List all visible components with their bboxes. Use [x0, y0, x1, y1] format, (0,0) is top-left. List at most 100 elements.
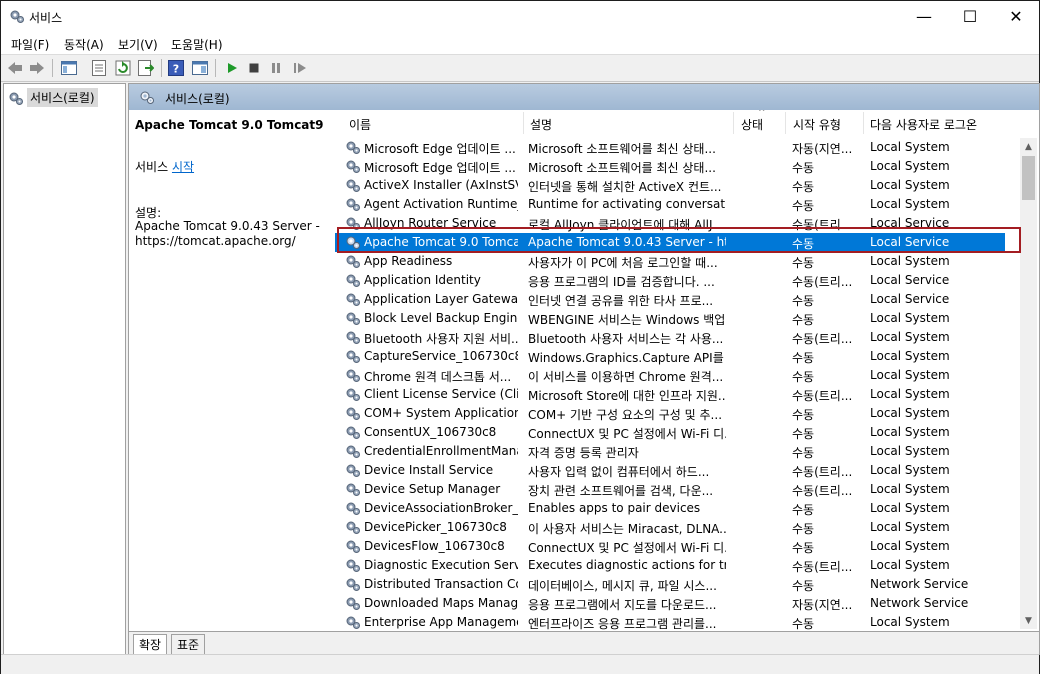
tab-standard[interactable]: 표준 [171, 634, 206, 655]
gear-icon [346, 331, 360, 344]
console-tree-icon[interactable] [60, 59, 78, 77]
gear-icon [346, 540, 360, 553]
cell-startup-type: 자동(지연... [792, 142, 853, 156]
cell-logon-as: Network Service [870, 577, 969, 591]
table-row[interactable]: DevicePicker_106730c8 이 사용자 서비스는 Miracast… [335, 518, 1005, 537]
table-row[interactable]: DeviceAssociationBroker_10... Enables app… [335, 499, 1005, 518]
gear-icon [346, 559, 360, 572]
table-row[interactable]: Device Setup Manager 장치 관련 소프트웨어를 검색, 다운.… [335, 480, 1005, 499]
gear-icon [346, 255, 360, 268]
cell-startup-type: 수동 [792, 446, 815, 460]
cell-logon-as: Local Service [870, 273, 950, 287]
column-divider[interactable] [785, 112, 786, 134]
properties-icon[interactable] [90, 59, 108, 77]
title-bar[interactable]: 서비스 — ☐ ✕ [1, 1, 1039, 32]
svg-text:?: ? [173, 63, 179, 76]
cell-name: Diagnostic Execution Service [364, 558, 518, 572]
column-divider[interactable] [733, 112, 734, 134]
play-icon[interactable] [223, 59, 241, 77]
column-description[interactable]: 설명 [530, 116, 552, 133]
menu-action[interactable]: 동작(A) [64, 36, 104, 53]
cell-name: Device Setup Manager [364, 482, 501, 496]
table-row[interactable]: Diagnostic Execution Service Executes dia… [335, 556, 1005, 575]
cell-startup-type: 수동 [792, 161, 815, 175]
table-row[interactable]: DevicesFlow_106730c8 ConnectUX 및 PC 설정에서 … [335, 537, 1005, 556]
cell-name: Device Install Service [364, 463, 494, 477]
gear-icon [346, 407, 360, 420]
table-row[interactable]: Downloaded Maps Manager 응용 프로그램에서 지도를 다운로… [335, 594, 1005, 613]
services-pane: 서비스(로컬) Apache Tomcat 9.0 Tomcat9 서비스 시작… [128, 83, 1040, 655]
cell-description: 인터넷 연결 공유를 위한 타사 프로... [528, 294, 714, 308]
cell-description: 사용자가 이 PC에 처음 로그인할 때... [528, 256, 718, 270]
table-row[interactable]: Bluetooth 사용자 지원 서비... Bluetooth 사용자 서비스는… [335, 328, 1005, 347]
table-row[interactable]: CaptureService_106730c8 Windows.Graphics.… [335, 347, 1005, 366]
cell-startup-type: 수동 [792, 408, 815, 422]
table-row[interactable]: Device Install Service 사용자 입력 없이 컴퓨터에서 하드… [335, 461, 1005, 480]
table-row[interactable]: Microsoft Edge 업데이트 ... Microsoft 소프트웨어를 … [335, 157, 1005, 176]
scroll-thumb[interactable] [1022, 156, 1035, 200]
close-button[interactable]: ✕ [993, 1, 1039, 32]
table-row[interactable]: Microsoft Edge 업데이트 ... Microsoft 소프트웨어를 … [335, 138, 1005, 157]
table-row[interactable]: Application Identity 응용 프로그램의 ID를 검증합니다. … [335, 271, 1005, 290]
table-row[interactable]: Application Layer Gateway ... 인터넷 연결 공유를 … [335, 290, 1005, 309]
help-icon[interactable]: ? [167, 59, 185, 77]
tree-item-label: 서비스(로컬) [27, 88, 98, 107]
table-row[interactable]: ActiveX Installer (AxInstSV) 인터넷을 통해 설치한 … [335, 176, 1005, 195]
cell-name: Application Identity [364, 273, 481, 287]
menu-view[interactable]: 보기(V) [118, 36, 158, 53]
window-title: 서비스 [29, 11, 63, 25]
view-tabs: 확장 표준 [129, 631, 1039, 655]
table-row[interactable]: Client License Service (ClipS... Microsof… [335, 385, 1005, 404]
forward-icon[interactable] [28, 59, 46, 77]
cell-description: 응용 프로그램에서 지도를 다운로드... [528, 598, 717, 612]
maximize-button[interactable]: ☐ [947, 1, 993, 32]
tab-extended[interactable]: 확장 [133, 634, 168, 655]
selected-service-name: Apache Tomcat 9.0 Tomcat9 [135, 118, 324, 132]
status-bar [1, 654, 1039, 674]
menu-file[interactable]: 파일(F) [11, 36, 49, 53]
column-headers: 이름 설명 상태 ^ 시작 유형 다음 사용자로 로그온 [335, 110, 1015, 136]
table-row[interactable]: Distributed Transaction Coo... 데이터베이스, 메시… [335, 575, 1005, 594]
cell-description: 응용 프로그램의 ID를 검증합니다. ... [528, 275, 715, 289]
cell-startup-type: 수동(트리... [792, 465, 853, 479]
cell-description: COM+ 기반 구성 요소의 구성 및 추... [528, 408, 723, 422]
vertical-scrollbar[interactable]: ▲ ▼ [1020, 138, 1037, 629]
column-name[interactable]: 이름 [349, 116, 371, 133]
table-row[interactable]: Chrome 원격 데스크톱 서... 이 서비스를 이용하면 Chrome 원격… [335, 366, 1005, 385]
stop-icon[interactable] [245, 59, 263, 77]
cell-description: 인터넷을 통해 설치한 ActiveX 컨트... [528, 180, 722, 194]
cell-logon-as: Local System [870, 615, 950, 629]
gear-icon [140, 91, 154, 104]
services-window: 서비스 — ☐ ✕ 파일(F) 동작(A) 보기(V) 도움말(H) ? 서비스… [0, 0, 1040, 674]
table-row[interactable]: ConsentUX_106730c8 ConnectUX 및 PC 설정에서 Wi… [335, 423, 1005, 442]
table-row[interactable]: Block Level Backup Engine ... WBENGINE 서비… [335, 309, 1005, 328]
table-row[interactable]: Enterprise App Managemen... 엔터프라이즈 응용 프로그… [335, 613, 1005, 631]
pause-icon[interactable] [267, 59, 285, 77]
table-row[interactable]: COM+ System Application COM+ 기반 구성 요소의 구성… [335, 404, 1005, 423]
cell-logon-as: Local System [870, 368, 950, 382]
gear-icon [346, 502, 360, 515]
scroll-up-icon[interactable]: ▲ [1020, 138, 1037, 155]
cell-name: Enterprise App Managemen... [364, 615, 518, 629]
column-status[interactable]: 상태 [741, 116, 763, 133]
minimize-button[interactable]: — [901, 1, 947, 32]
tree-item-services-local[interactable]: 서비스(로컬) [8, 88, 98, 107]
start-service-link[interactable]: 시작 [172, 160, 194, 174]
gear-icon [346, 597, 360, 610]
scroll-down-icon[interactable]: ▼ [1020, 612, 1037, 629]
table-row[interactable]: App Readiness 사용자가 이 PC에 처음 로그인할 때... 수동 Lo… [335, 252, 1005, 271]
refresh-icon[interactable] [114, 59, 132, 77]
column-divider[interactable] [863, 112, 864, 134]
column-divider[interactable] [523, 112, 524, 134]
column-startup-type[interactable]: 시작 유형 [793, 116, 841, 133]
cell-startup-type: 수동(트리... [792, 332, 853, 346]
menu-help[interactable]: 도움말(H) [171, 36, 223, 53]
restart-icon[interactable] [291, 59, 309, 77]
table-row[interactable]: Agent Activation Runtime_1... Runtime for… [335, 195, 1005, 214]
export-list-icon[interactable] [137, 59, 155, 77]
table-row[interactable]: CredentialEnrollmentManag... 자격 증명 등록 관리자… [335, 442, 1005, 461]
view-pane-icon[interactable] [191, 59, 209, 77]
back-icon[interactable] [6, 59, 24, 77]
column-logon-as[interactable]: 다음 사용자로 로그온 [870, 116, 977, 133]
cell-description: Bluetooth 사용자 서비스는 각 사용... [528, 332, 724, 346]
